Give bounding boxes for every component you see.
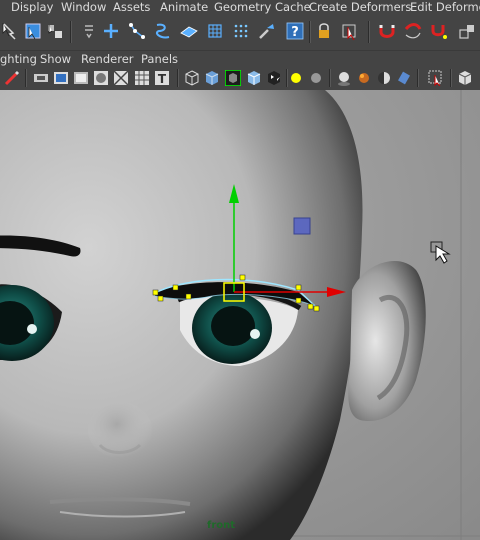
paint-icon[interactable] [256, 20, 278, 42]
toolbar-separator [25, 69, 27, 87]
dots-icon[interactable] [230, 20, 252, 42]
lock-icon[interactable] [313, 20, 335, 42]
light-icon[interactable] [288, 70, 304, 86]
menu-animate[interactable]: Animate [160, 0, 208, 15]
lasso-select-icon[interactable] [0, 20, 22, 42]
toolbar-separator [368, 21, 370, 43]
grid-icon[interactable] [134, 70, 150, 86]
move-icon[interactable] [100, 20, 122, 42]
panel-toolbar: T [0, 67, 480, 90]
cylinder-icon[interactable] [396, 70, 412, 86]
right-pupil [211, 306, 255, 346]
soft-select-icon[interactable] [44, 20, 66, 42]
left-eye-highlight [27, 324, 37, 334]
main-toolbar: ? [0, 15, 480, 51]
select-icon[interactable] [339, 20, 361, 42]
half-shade-icon[interactable] [376, 70, 392, 86]
magnet-point-icon[interactable] [428, 20, 450, 42]
menu-create-deformers[interactable]: Create Deformers [309, 0, 411, 15]
render-icon[interactable] [73, 70, 89, 86]
menu-edit-deformers[interactable]: Edit Deformers [410, 0, 480, 15]
menu-geometry-cache[interactable]: Geometry Cache [214, 0, 311, 15]
sphere-shade-icon[interactable] [336, 70, 352, 86]
camera-label: front [207, 520, 236, 531]
toolbar-separator [417, 69, 419, 87]
snap-icon[interactable] [456, 20, 478, 42]
curve-icon[interactable] [152, 20, 174, 42]
camera-icon[interactable] [33, 70, 49, 86]
text-icon[interactable]: T [154, 70, 170, 86]
main-menubar: Display Window Assets Animate Geometry C… [0, 0, 480, 15]
right-eye-highlight [250, 329, 260, 339]
lattice-icon[interactable] [204, 20, 226, 42]
menu-window[interactable]: Window [61, 0, 106, 15]
box-icon[interactable] [246, 70, 262, 86]
help-glyph: ? [291, 25, 299, 40]
magnet-icon[interactable] [376, 20, 398, 42]
toolbar-separator [329, 69, 331, 87]
help-icon[interactable]: ? [284, 20, 306, 42]
sphere-icon[interactable] [93, 70, 109, 86]
menu-display[interactable]: Display [11, 0, 53, 15]
panel-menu-show[interactable]: Show [40, 51, 71, 67]
shade-icon[interactable] [308, 70, 324, 86]
half-shade-icon[interactable] [356, 70, 372, 86]
pencil-icon[interactable] [4, 70, 20, 86]
cube-outline-icon[interactable] [225, 70, 241, 86]
viewport-front[interactable]: front [0, 90, 480, 540]
channel-box-icon[interactable] [78, 20, 100, 42]
magnet-curve-icon[interactable] [402, 20, 424, 42]
toolbar-separator [70, 21, 72, 43]
menu-assets[interactable]: Assets [113, 0, 150, 15]
viewport-scene [0, 90, 480, 540]
panel-menubar: ghting Show Renderer Panels [0, 51, 480, 67]
view-cube-icon[interactable] [457, 70, 473, 86]
wireframe-icon[interactable] [184, 70, 200, 86]
panel-menu-renderer[interactable]: Renderer [81, 51, 134, 67]
toolbar-separator [177, 69, 179, 87]
text-glyph: T [158, 72, 167, 86]
cube-icon[interactable] [204, 70, 220, 86]
select-tool-icon[interactable] [428, 70, 444, 86]
plane-icon[interactable] [178, 20, 200, 42]
curve-points-icon[interactable] [126, 20, 148, 42]
paint-select-icon[interactable] [22, 20, 44, 42]
panel-menu-lighting[interactable]: ghting [0, 51, 37, 67]
film-icon[interactable] [53, 70, 69, 86]
grid-icon[interactable] [113, 70, 129, 86]
z-plane-handle[interactable] [293, 217, 311, 235]
panel-menu-panels[interactable]: Panels [141, 51, 178, 67]
toolbar-separator [450, 69, 452, 87]
checker-icon[interactable] [266, 70, 282, 86]
nose-shadow [88, 402, 152, 458]
toolbar-separator [309, 21, 311, 43]
